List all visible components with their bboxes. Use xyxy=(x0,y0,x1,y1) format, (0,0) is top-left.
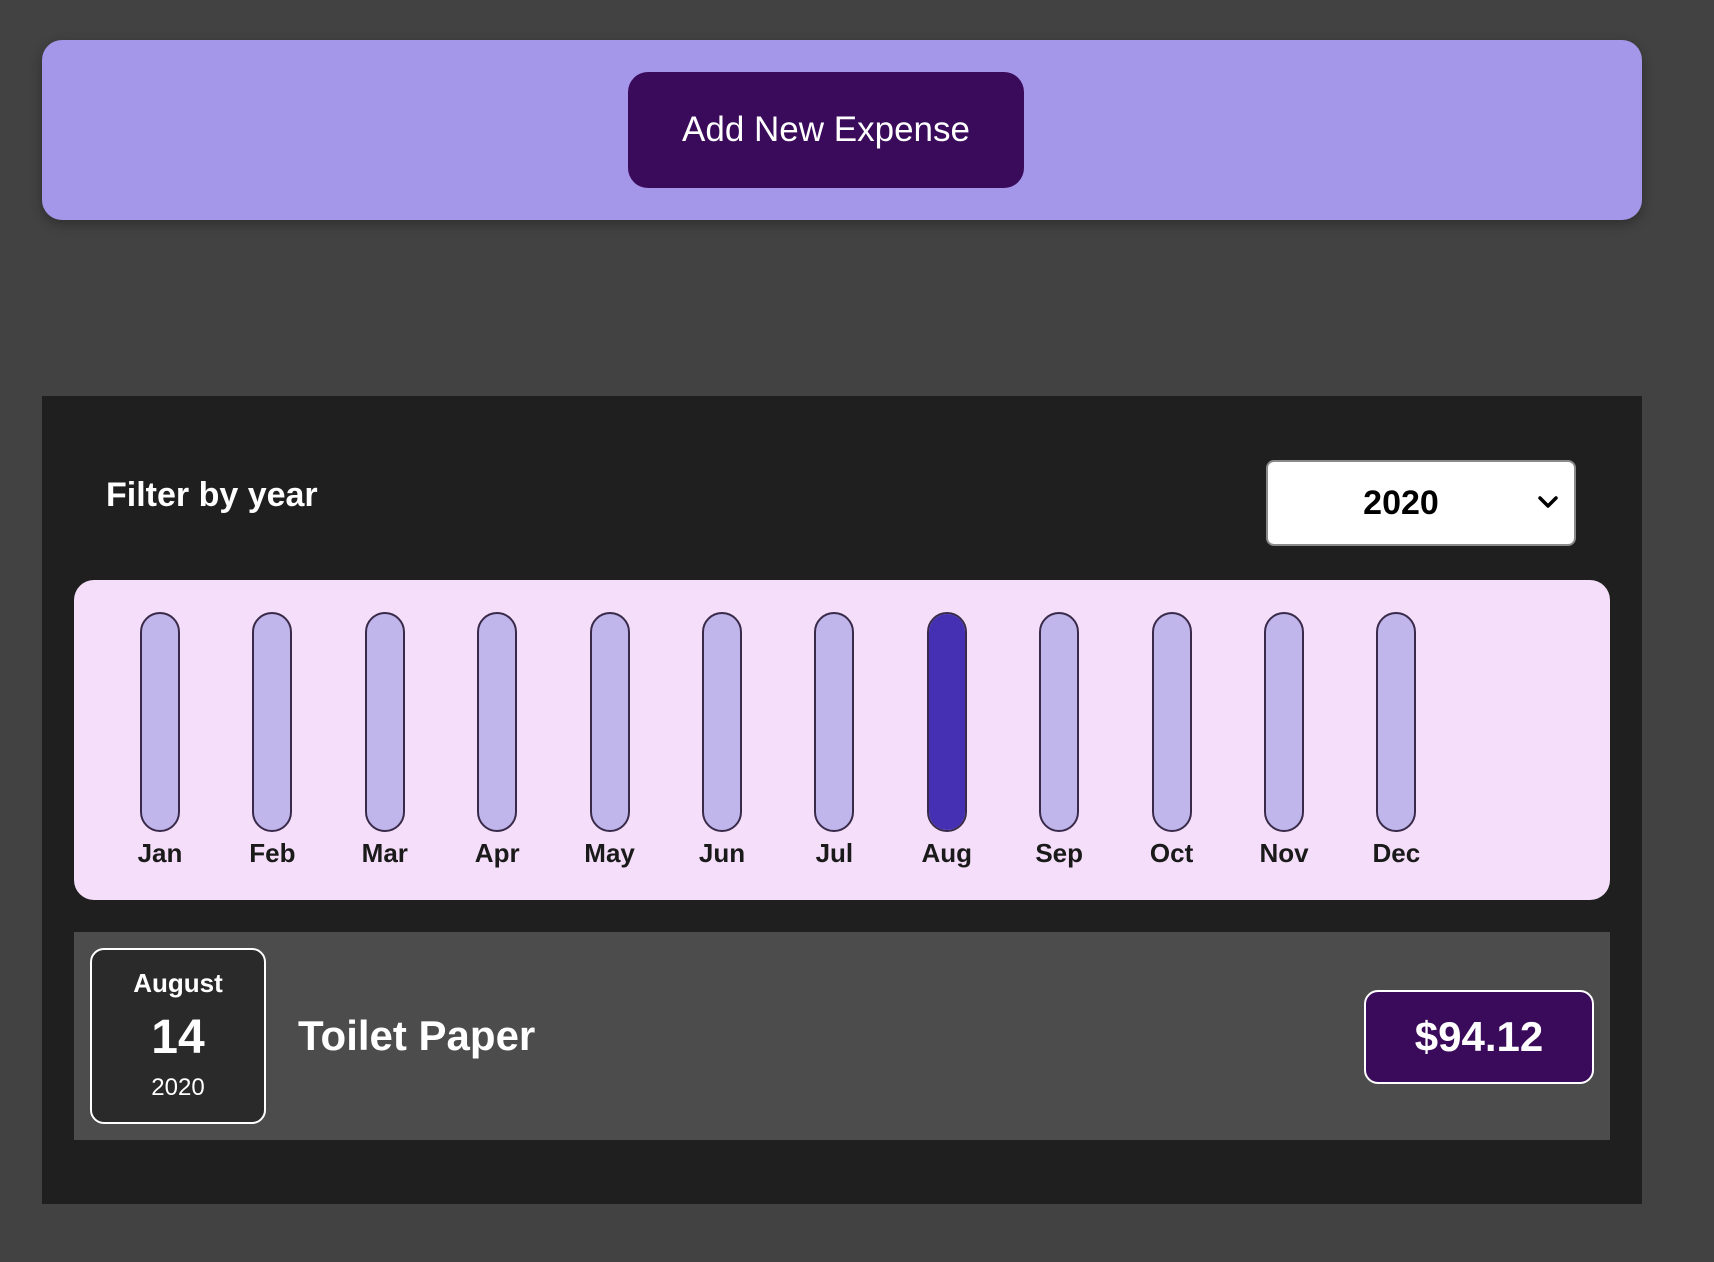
chevron-down-icon xyxy=(1538,496,1558,508)
expense-item: August 14 2020 Toilet Paper $94.12 xyxy=(74,932,1610,1140)
chart-bar-aug: Aug xyxy=(897,612,997,868)
chart-bar-track xyxy=(814,612,855,832)
expense-date-month: August xyxy=(133,968,223,998)
chart-bar-label: Feb xyxy=(249,838,296,868)
chart-bar-jun: Jun xyxy=(672,612,772,868)
expenses-chart: Jan Feb Mar Apr May Jun Jul Aug Sep Oct Nov Dec xyxy=(74,580,1610,900)
chart-bar-track xyxy=(926,612,967,832)
chart-bar-label: Aug xyxy=(921,838,973,868)
chart-bar-jul: Jul xyxy=(784,612,884,868)
chart-bar-oct: Oct xyxy=(1122,612,1222,868)
chart-bar-apr: Apr xyxy=(447,612,547,868)
chart-bar-label: Apr xyxy=(474,838,520,868)
chart-bar-sep: Sep xyxy=(1009,612,1109,868)
chart-bar-track xyxy=(702,612,742,832)
expense-date-year: 2020 xyxy=(151,1074,205,1101)
chart-bar-label: Oct xyxy=(1149,838,1194,868)
chart-bar-track xyxy=(477,612,518,832)
chart-bar-fill xyxy=(928,614,965,830)
expense-title: Toilet Paper xyxy=(298,1012,536,1059)
chart-bar-track xyxy=(1039,612,1080,832)
chart-bar-track xyxy=(1264,612,1304,832)
year-select-value: 2020 xyxy=(1363,484,1439,522)
chart-bar-track xyxy=(1376,612,1417,832)
chart-bar-track xyxy=(589,612,630,832)
chart-bar-feb: Feb xyxy=(222,612,322,868)
new-expense-panel: Add New Expense xyxy=(42,40,1642,220)
chart-bar-label: Dec xyxy=(1372,838,1421,868)
add-new-expense-button[interactable]: Add New Expense xyxy=(628,72,1024,188)
expense-date: August 14 2020 xyxy=(90,948,266,1124)
chart-bar-label: Jun xyxy=(698,838,746,868)
expense-date-day: 14 xyxy=(151,1011,205,1064)
chart-bar-mar: Mar xyxy=(335,612,435,868)
chart-bar-label: Jul xyxy=(815,838,854,868)
expense-amount: $94.12 xyxy=(1364,990,1594,1084)
chart-bar-label: May xyxy=(584,838,635,868)
chart-bar-label: Jan xyxy=(137,838,183,868)
chart-bar-track xyxy=(252,612,293,832)
chart-bar-label: Sep xyxy=(1035,838,1084,868)
chart-bar-track xyxy=(1151,612,1192,832)
chart-bar-dec: Dec xyxy=(1346,612,1446,868)
filter-label: Filter by year xyxy=(106,476,318,514)
year-select[interactable]: 2020 xyxy=(1266,460,1576,546)
chart-bar-nov: Nov xyxy=(1234,612,1334,868)
chart-bar-track xyxy=(364,612,405,832)
chart-bar-track xyxy=(140,612,180,832)
chart-bar-label: Nov xyxy=(1259,838,1309,868)
expenses-panel: Filter by year 2020 Jan Feb Mar Apr May Jun Ju… xyxy=(42,396,1642,1204)
chart-bar-label: Mar xyxy=(361,838,408,868)
chart-bar-may: May xyxy=(560,612,660,868)
chart-bar-jan: Jan xyxy=(110,612,210,868)
